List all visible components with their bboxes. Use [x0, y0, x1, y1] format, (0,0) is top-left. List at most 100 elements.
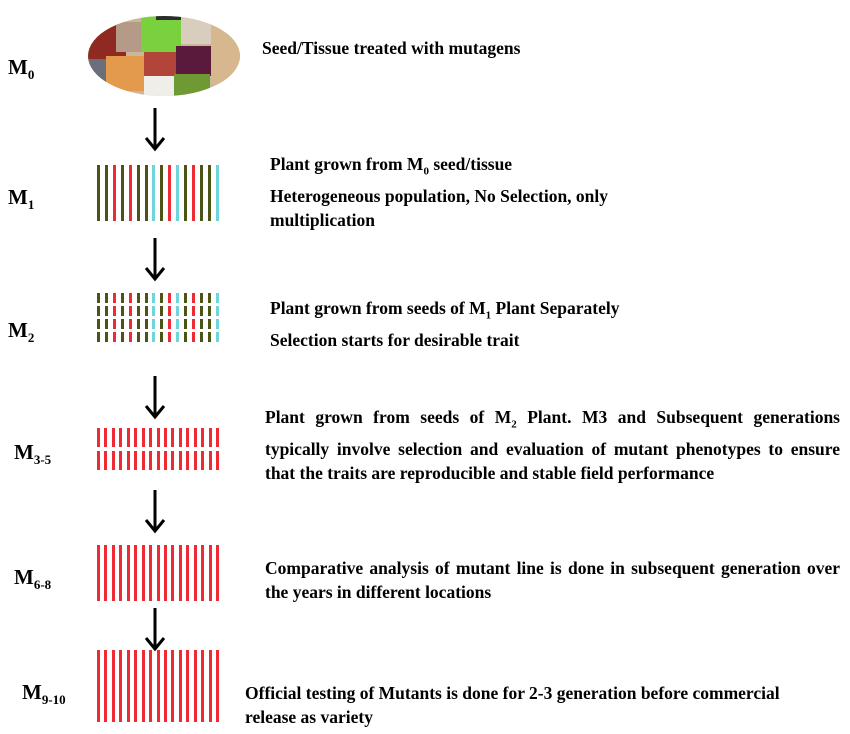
plant-bar — [141, 545, 145, 601]
plant-bar — [168, 306, 172, 316]
stage-text-m0: Seed/Tissue treated with mutagens — [262, 38, 521, 58]
plant-bar — [104, 306, 108, 316]
plant-bar — [152, 293, 156, 303]
stage-text-m2: Plant grown from seeds of M1 Plant Separ… — [270, 298, 620, 350]
plant-bar — [178, 545, 182, 601]
plant-bar — [186, 545, 190, 601]
stage-label-m2: M2 — [8, 318, 35, 346]
plant-bar — [134, 545, 138, 601]
plant-bar — [104, 428, 108, 447]
plant-bar — [201, 650, 205, 722]
plant-bar — [163, 428, 167, 447]
plant-bar — [178, 650, 182, 722]
plant-bar — [119, 545, 123, 601]
arrow-down-icon — [144, 238, 166, 282]
plant-bar — [192, 165, 196, 221]
plant-row — [97, 650, 219, 722]
plant-bar — [207, 165, 211, 221]
plant-bar — [171, 650, 175, 722]
stage-label-m6-8: M6-8 — [14, 565, 52, 593]
plant-bar — [199, 332, 203, 342]
plant-row — [97, 165, 219, 221]
plant-bar — [192, 332, 196, 342]
plant-bar — [119, 451, 123, 470]
stage-label-m3-5: M3-5 — [14, 440, 52, 468]
plant-bar — [149, 451, 153, 470]
plant-bar — [192, 293, 196, 303]
plant-bar — [160, 319, 164, 329]
plant-bar — [215, 332, 219, 342]
plant-bar — [152, 165, 156, 221]
plant-bar — [152, 332, 156, 342]
plant-bar — [193, 650, 197, 722]
plant-bar — [141, 451, 145, 470]
plant-bar — [126, 545, 130, 601]
plant-bar — [141, 428, 145, 447]
plant-bar — [186, 650, 190, 722]
plant-bar — [128, 165, 132, 221]
plant-bar — [192, 319, 196, 329]
plant-bar — [207, 306, 211, 316]
plant-bar — [184, 165, 188, 221]
plant-bar — [111, 451, 115, 470]
plant-bar — [112, 165, 116, 221]
plant-bar — [141, 650, 145, 722]
plant-bar — [104, 545, 108, 601]
plant-bar — [168, 165, 172, 221]
arrow-down-icon — [144, 108, 166, 152]
plant-bar — [152, 319, 156, 329]
plant-bar — [208, 451, 212, 470]
plant-bar — [119, 650, 123, 722]
plant-bar — [134, 451, 138, 470]
arrow-down-icon — [144, 376, 166, 420]
plant-bar — [215, 293, 219, 303]
arrow-down-icon — [144, 608, 166, 652]
plant-bar — [168, 293, 172, 303]
plant-bar — [178, 451, 182, 470]
plant-bar — [111, 428, 115, 447]
plant-bar — [144, 332, 148, 342]
mutation-breeding-diagram: M0 M1 M2 M3-5 M6-8 M9-10 Seed/Tissue tre… — [0, 0, 850, 734]
plant-bar — [176, 165, 180, 221]
plant-bar — [207, 293, 211, 303]
plant-bar — [199, 306, 203, 316]
plant-bar — [168, 319, 172, 329]
plant-bar — [171, 428, 175, 447]
plant-bar — [97, 306, 100, 316]
plant-bar — [160, 332, 164, 342]
plant-bar — [171, 545, 175, 601]
plant-bar — [104, 451, 108, 470]
plant-bar — [149, 428, 153, 447]
plant-bar — [97, 545, 100, 601]
plant-bar — [163, 545, 167, 601]
plant-bar — [176, 319, 180, 329]
plant-bar — [160, 165, 164, 221]
stage-text-m1: Plant grown from M0 seed/tissue Heteroge… — [270, 154, 609, 230]
plant-bar — [126, 650, 130, 722]
m3-5-plant-population — [97, 428, 219, 470]
plant-bar — [184, 319, 188, 329]
plant-bar — [171, 451, 175, 470]
plant-bar — [208, 545, 212, 601]
plant-bar — [120, 293, 124, 303]
plant-row — [97, 428, 219, 447]
plant-bar — [126, 451, 130, 470]
plant-bar — [120, 319, 124, 329]
plant-bar — [104, 319, 108, 329]
plant-bar — [128, 319, 132, 329]
plant-bar — [112, 293, 116, 303]
plant-bar — [199, 165, 203, 221]
plant-bar — [97, 332, 100, 342]
plant-bar — [193, 428, 197, 447]
plant-bar — [126, 428, 130, 447]
plant-bar — [215, 165, 219, 221]
plant-bar — [216, 428, 219, 447]
plant-bar — [120, 165, 124, 221]
plant-bar — [104, 293, 108, 303]
plant-bar — [128, 332, 132, 342]
plant-bar — [207, 319, 211, 329]
plant-bar — [208, 650, 212, 722]
plant-bar — [152, 306, 156, 316]
plant-bar — [163, 451, 167, 470]
plant-bar — [97, 428, 100, 447]
